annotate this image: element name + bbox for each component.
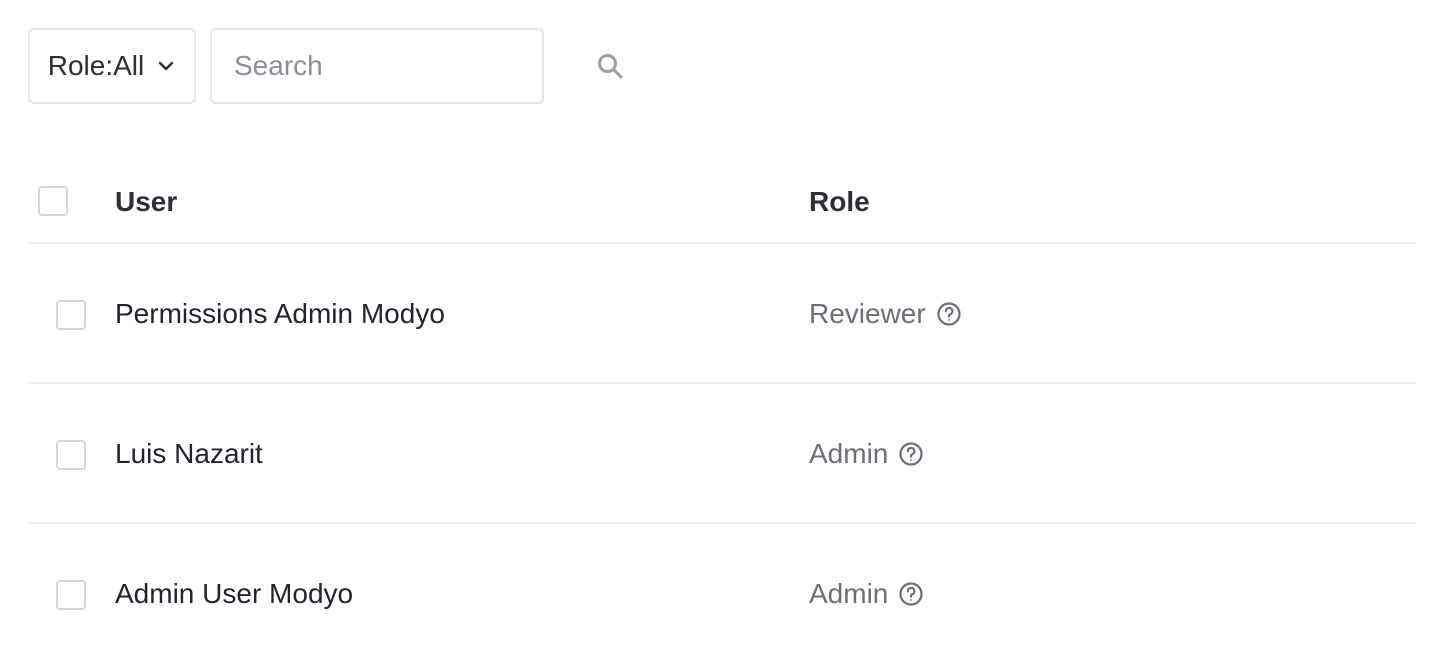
row-checkbox[interactable] (56, 580, 86, 610)
table-row: Luis Nazarit Admin (28, 384, 1416, 524)
toolbar: Role:All (28, 28, 623, 104)
role-filter-label: Role:All (47, 50, 145, 81)
role-label: Admin (809, 578, 889, 609)
search-box (210, 28, 623, 104)
row-checkbox[interactable] (56, 300, 86, 330)
role-label: Reviewer (809, 298, 926, 329)
row-checkbox[interactable] (56, 440, 86, 470)
column-header-role[interactable]: Role (809, 186, 870, 218)
column-header-user[interactable]: User (115, 186, 177, 218)
users-page: Role:All User Role Permis (0, 0, 1442, 660)
search-input[interactable] (234, 50, 595, 82)
user-role: Reviewer (809, 298, 962, 330)
user-role: Admin (809, 438, 924, 470)
help-circle-icon[interactable] (898, 581, 924, 607)
table-row: Admin User Modyo Admin (28, 524, 1416, 660)
user-name: Admin User Modyo (115, 578, 354, 609)
role-label: Admin (809, 438, 889, 469)
role-filter-dropdown[interactable]: Role:All (28, 28, 196, 104)
select-all-checkbox[interactable] (38, 186, 68, 216)
user-role: Admin (809, 578, 924, 610)
user-name: Permissions Admin Modyo (115, 298, 445, 329)
chevron-down-icon (156, 56, 176, 76)
table-row: Permissions Admin Modyo Reviewer (28, 244, 1416, 384)
help-circle-icon[interactable] (936, 301, 962, 327)
search-icon[interactable] (595, 51, 625, 81)
help-circle-icon[interactable] (898, 441, 924, 467)
users-table: User Role Permissions Admin Modyo Review… (28, 160, 1416, 660)
user-name: Luis Nazarit (115, 438, 263, 469)
table-header: User Role (28, 160, 1416, 244)
